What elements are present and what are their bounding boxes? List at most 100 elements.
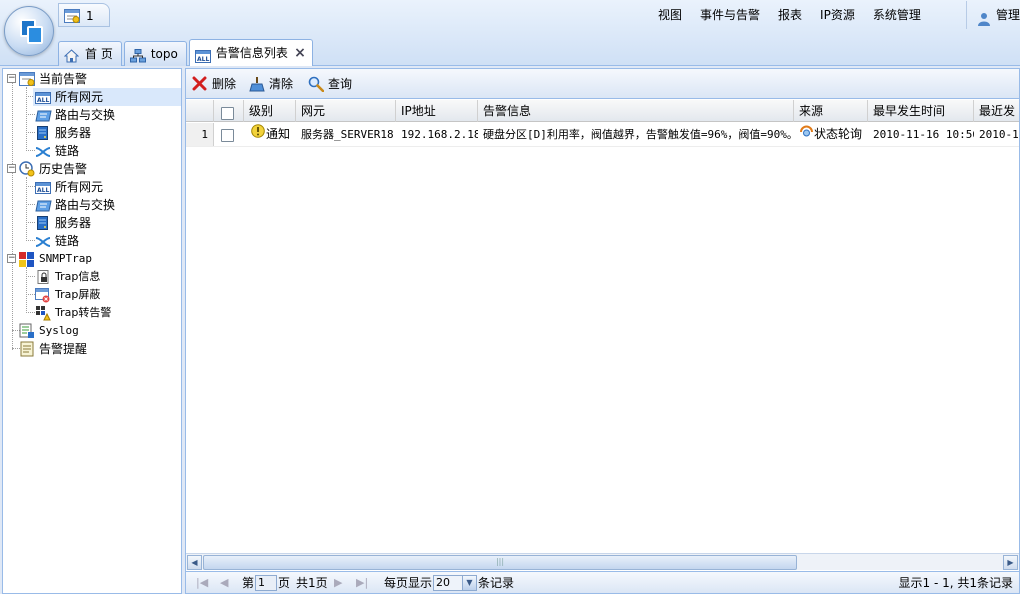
tree-label: Trap屏蔽: [55, 288, 101, 301]
tab-topo[interactable]: topo: [123, 41, 187, 66]
tree-history-alarms[interactable]: − 历史告警: [3, 160, 181, 178]
paging-bar: |◀ ◀ 第 1 页 共1页 ▶ ▶| 每页显示 20 ▼ 条记录 显示1 - …: [186, 571, 1019, 593]
tree-current-servers[interactable]: 服务器: [33, 124, 181, 142]
tree-trap-mask[interactable]: Trap屏蔽: [33, 286, 181, 304]
menu-events-alarms[interactable]: 事件与告警: [691, 1, 769, 29]
per-page-suffix: 条记录: [478, 576, 515, 590]
query-label: 查询: [328, 77, 353, 91]
app-logo[interactable]: [4, 6, 54, 56]
alarm-notification[interactable]: 1: [58, 3, 110, 27]
per-page-value: 20: [436, 576, 450, 589]
alarm-list-panel: 删除 清除 查询 级别 网元 IP地址 告警信息 来源 最早发生时间 最近发 1: [185, 68, 1020, 594]
scroll-thumb[interactable]: |||: [203, 555, 797, 570]
tree-label: 历史告警: [39, 162, 88, 176]
header-ip[interactable]: IP地址: [396, 100, 478, 122]
close-icon[interactable]: ×: [294, 40, 306, 66]
app-header: 1 视图 事件与告警 报表 IP资源 系统管理 管理员 首 页: [0, 0, 1020, 66]
polling-icon: [799, 123, 814, 146]
notice-warning-icon: [251, 123, 265, 146]
tree-alarm-reminder[interactable]: 告警提醒: [17, 340, 181, 358]
delete-label: 删除: [212, 77, 237, 91]
tree-label: 路由与交换: [55, 198, 116, 212]
main-menu: 视图 事件与告警 报表 IP资源 系统管理: [649, 1, 930, 29]
page-prefix: 第: [242, 576, 255, 590]
menu-view[interactable]: 视图: [649, 1, 691, 29]
delete-x-icon: [192, 76, 207, 97]
tab-home-label: 首 页: [85, 47, 113, 61]
clear-label: 清除: [269, 77, 294, 91]
last-page-button[interactable]: ▶|: [356, 572, 368, 594]
tree-current-all-elements[interactable]: ALL 所有网元: [33, 88, 181, 106]
scroll-left-arrow[interactable]: ◀: [187, 555, 202, 570]
grid-header: 级别 网元 IP地址 告警信息 来源 最早发生时间 最近发: [186, 100, 1019, 122]
horizontal-scrollbar[interactable]: ◀ ||| ▶: [186, 553, 1019, 570]
header-first-time[interactable]: 最早发生时间: [868, 100, 974, 122]
collapse-toggle[interactable]: −: [7, 254, 16, 263]
query-button[interactable]: 查询: [308, 74, 352, 94]
cell-source: 状态轮询: [794, 123, 868, 146]
cell-info: 硬盘分区[D]利用率，阀值越界，告警触发值=96%，阀值=90%。: [483, 128, 794, 141]
page-suffix: 页: [278, 576, 291, 590]
user-menu[interactable]: 管理员: [966, 1, 1020, 29]
tree-current-routing-switching[interactable]: 路由与交换: [33, 106, 181, 124]
tree-label: 服务器: [55, 126, 92, 140]
tree-label: 所有网元: [55, 90, 104, 104]
tree-label: 链路: [55, 234, 80, 248]
svg-text:ALL: ALL: [197, 56, 209, 63]
per-page-select[interactable]: 20 ▼: [433, 575, 477, 591]
alarm-count: 1: [86, 9, 94, 23]
user-icon: [977, 8, 991, 36]
toolbar: 删除 清除 查询: [186, 69, 1019, 99]
tree-current-links[interactable]: 链路: [33, 142, 181, 160]
menu-ip-resources[interactable]: IP资源: [811, 1, 864, 29]
header-select-all[interactable]: [214, 100, 244, 122]
svg-text:ALL: ALL: [37, 187, 49, 194]
tree-history-servers[interactable]: 服务器: [33, 214, 181, 232]
tree-trap-info[interactable]: Trap信息: [33, 268, 181, 286]
tree-label: Trap转告警: [55, 306, 112, 319]
menu-reports[interactable]: 报表: [769, 1, 811, 29]
select-all-checkbox[interactable]: [221, 107, 234, 120]
page-number-input[interactable]: 1: [255, 575, 277, 591]
tree-label: 告警提醒: [39, 342, 88, 356]
tab-alarm-list[interactable]: ALL 告警信息列表 ×: [188, 39, 313, 66]
tree-history-routing-switching[interactable]: 路由与交换: [33, 196, 181, 214]
first-page-button[interactable]: |◀: [196, 572, 208, 594]
tree-syslog[interactable]: Syslog: [17, 322, 181, 340]
row-number: 1: [186, 123, 214, 146]
tree-current-alarms[interactable]: − 当前告警: [3, 70, 181, 88]
tab-home[interactable]: 首 页: [58, 41, 122, 66]
user-name: 管理员: [996, 8, 1020, 22]
scroll-right-arrow[interactable]: ▶: [1003, 555, 1018, 570]
prev-page-button[interactable]: ◀: [220, 572, 228, 594]
next-page-button[interactable]: ▶: [334, 572, 342, 594]
tree-history-all-elements[interactable]: ALL 所有网元: [33, 178, 181, 196]
collapse-toggle[interactable]: −: [7, 74, 16, 83]
cell-last-time: 2010-1: [979, 128, 1019, 141]
cell-element: 服务器_SERVER18: [301, 128, 394, 141]
level-text: 通知: [266, 127, 291, 141]
tree-label: Syslog: [39, 324, 79, 337]
header-info[interactable]: 告警信息: [478, 100, 794, 122]
header-source[interactable]: 来源: [794, 100, 868, 122]
source-text: 状态轮询: [814, 127, 863, 141]
tab-topo-label: topo: [150, 47, 178, 61]
tree-label: 当前告警: [39, 72, 88, 86]
row-checkbox-cell[interactable]: [214, 123, 244, 146]
menu-system-management[interactable]: 系统管理: [864, 1, 930, 29]
tree-label: 路由与交换: [55, 108, 116, 122]
header-element[interactable]: 网元: [296, 100, 396, 122]
tree-history-links[interactable]: 链路: [33, 232, 181, 250]
collapse-toggle[interactable]: −: [7, 164, 16, 173]
tab-bar: 首 页 topo ALL 告警信息列表 ×: [58, 38, 315, 66]
record-summary: 显示1 - 1, 共1条记录: [898, 576, 1014, 590]
table-row[interactable]: 1 通知 服务器_SERVER18 192.168.2.18 硬盘分区[D]利用…: [186, 123, 1019, 147]
row-checkbox[interactable]: [221, 128, 234, 142]
header-level[interactable]: 级别: [244, 100, 296, 122]
tree-snmptrap[interactable]: − SNMPTrap: [3, 250, 181, 268]
tree-trap-to-alarm[interactable]: Trap转告警: [33, 304, 181, 322]
tree-label: 所有网元: [55, 180, 104, 194]
delete-button[interactable]: 删除: [192, 74, 236, 94]
header-last-time[interactable]: 最近发: [974, 100, 1019, 122]
clear-button[interactable]: 清除: [249, 74, 293, 94]
